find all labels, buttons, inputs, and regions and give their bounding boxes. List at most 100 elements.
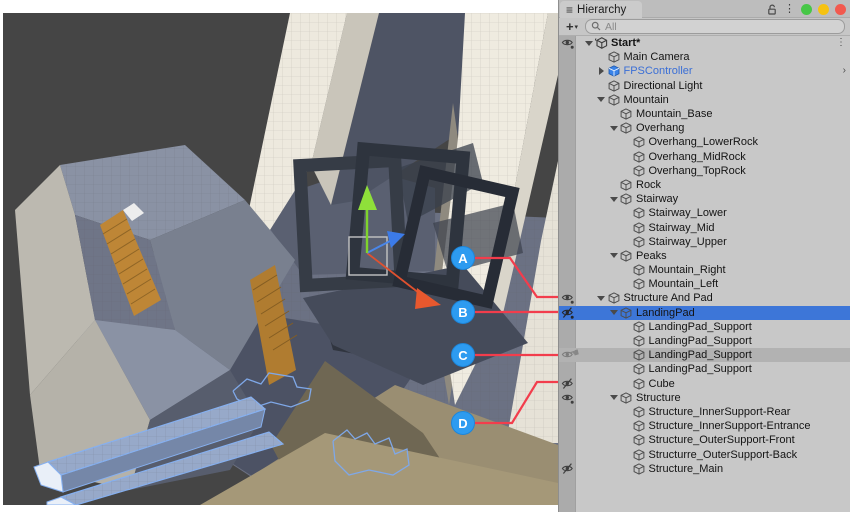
pick-hand-icon[interactable]: ☛ [569, 348, 582, 362]
gameobject-cube-icon [633, 150, 646, 163]
window-button-green[interactable] [801, 4, 812, 15]
tree-row[interactable]: LandingPad_Support [559, 362, 850, 376]
foldout-arrow[interactable] [607, 121, 620, 135]
gameobject-cube-icon [633, 221, 646, 234]
indent-spacer [576, 142, 620, 143]
tree-row[interactable]: Structure_InnerSupport-Rear [559, 405, 850, 419]
gutter-cell [559, 433, 576, 447]
gameobject-cube-icon [608, 79, 621, 92]
indent-spacer [576, 241, 620, 242]
visibility-toggle[interactable] [559, 291, 576, 305]
object-label: Peaks [636, 250, 667, 262]
tree-row[interactable]: LandingPad_Support [559, 320, 850, 334]
tree-row[interactable]: FPSController› [559, 64, 850, 78]
visibility-toggle[interactable]: ☛ [559, 348, 576, 362]
search-field[interactable] [585, 19, 845, 34]
foldout-arrow[interactable] [582, 36, 595, 50]
search-input[interactable] [605, 21, 839, 33]
object-label: LandingPad_Support [649, 349, 752, 361]
callout-letter: B [458, 305, 467, 320]
tree-row[interactable]: Cube [559, 377, 850, 391]
tree-row[interactable]: Overhang_MidRock [559, 150, 850, 164]
foldout-arrow[interactable] [607, 249, 620, 263]
foldout-arrow[interactable] [607, 306, 620, 320]
visibility-toggle[interactable] [559, 377, 576, 391]
visibility-toggle[interactable] [559, 306, 576, 320]
indent-spacer [576, 397, 607, 398]
gameobject-cube-icon [633, 462, 646, 475]
tree-row[interactable]: Overhang_LowerRock [559, 135, 850, 149]
tree-row[interactable]: Mountain [559, 93, 850, 107]
foldout-arrow[interactable] [595, 93, 608, 107]
gameobject-cube-icon [620, 391, 633, 404]
gutter-cell [559, 249, 576, 263]
gutter-cell [559, 320, 576, 334]
tree-row[interactable]: Overhang_TopRock [559, 164, 850, 178]
indent-spacer [576, 99, 595, 100]
foldout-spacer [595, 50, 608, 64]
tree-row[interactable]: Rock [559, 178, 850, 192]
foldout-spacer [620, 433, 633, 447]
foldout-spacer [620, 348, 633, 362]
indent-spacer [576, 383, 620, 384]
foldout-arrow[interactable] [595, 291, 608, 305]
create-object-button[interactable]: +▾ [559, 19, 585, 34]
window-button-yellow[interactable] [818, 4, 829, 15]
gutter-cell [559, 405, 576, 419]
tree-row[interactable]: Stairway [559, 192, 850, 206]
tree-row[interactable]: Stairway_Upper [559, 235, 850, 249]
gameobject-cube-icon [633, 264, 646, 277]
tree-row[interactable]: Structurre_OuterSupport-Back [559, 447, 850, 461]
tree-row[interactable]: LandingPad [559, 306, 850, 320]
tree-row[interactable]: LandingPad_Support [559, 334, 850, 348]
tree-row[interactable]: Stairway_Lower [559, 206, 850, 220]
indent-spacer [576, 426, 620, 427]
foldout-arrow[interactable] [607, 391, 620, 405]
open-prefab-chevron-icon[interactable]: › [843, 66, 846, 76]
foldout-spacer [620, 419, 633, 433]
tab-hierarchy[interactable]: ≡ Hierarchy [560, 1, 642, 18]
gameobject-cube-icon [633, 349, 646, 362]
indent-spacer [576, 114, 607, 115]
tree-row[interactable]: Structure [559, 391, 850, 405]
object-label: Mountain [624, 94, 669, 106]
visibility-toggle[interactable] [559, 36, 576, 50]
foldout-arrow[interactable] [595, 64, 608, 78]
tree-row[interactable]: Mountain_Left [559, 277, 850, 291]
object-label: Overhang_MidRock [649, 151, 746, 163]
gameobject-cube-icon [633, 320, 646, 333]
callout-badge-c: C [451, 343, 475, 367]
tree-row[interactable]: Main Camera [559, 50, 850, 64]
tree-row[interactable]: Mountain_Right [559, 263, 850, 277]
foldout-spacer [620, 150, 633, 164]
tree-row[interactable]: Start*⋮ [559, 36, 850, 50]
lock-icon[interactable] [766, 3, 778, 16]
object-label: Structure_InnerSupport-Rear [649, 406, 791, 418]
tree-row[interactable]: Structure_Main [559, 462, 850, 476]
tree-row[interactable]: Mountain_Base [559, 107, 850, 121]
tree-row[interactable]: Peaks [559, 249, 850, 263]
gameobject-cube-icon [633, 363, 646, 376]
tree-row[interactable]: Structure_InnerSupport-Entrance [559, 419, 850, 433]
tree-row[interactable]: Structure And Pad [559, 291, 850, 305]
gutter-cell [559, 93, 576, 107]
foldout-spacer [607, 178, 620, 192]
gutter-cell [559, 277, 576, 291]
window-button-red[interactable] [835, 4, 846, 15]
visibility-toggle[interactable] [559, 391, 576, 405]
panel-menu-icon[interactable]: ⋮ [784, 4, 795, 15]
visibility-toggle[interactable] [559, 462, 576, 476]
tree-row[interactable]: Structure_OuterSupport-Front [559, 433, 850, 447]
tree-row[interactable]: Overhang [559, 121, 850, 135]
indent-spacer [576, 213, 620, 214]
foldout-spacer [620, 235, 633, 249]
gutter-cell [559, 107, 576, 121]
indent-spacer [576, 170, 620, 171]
tree-row[interactable]: Directional Light [559, 79, 850, 93]
tree-row[interactable]: Stairway_Mid [559, 220, 850, 234]
tree-row[interactable]: ☛ LandingPad_Support [559, 348, 850, 362]
foldout-arrow[interactable] [607, 192, 620, 206]
gameobject-cube-icon [633, 136, 646, 149]
scene-options-icon[interactable]: ⋮ [836, 38, 846, 48]
hierarchy-panel: ≡ Hierarchy ⋮ +▾ [558, 0, 850, 512]
